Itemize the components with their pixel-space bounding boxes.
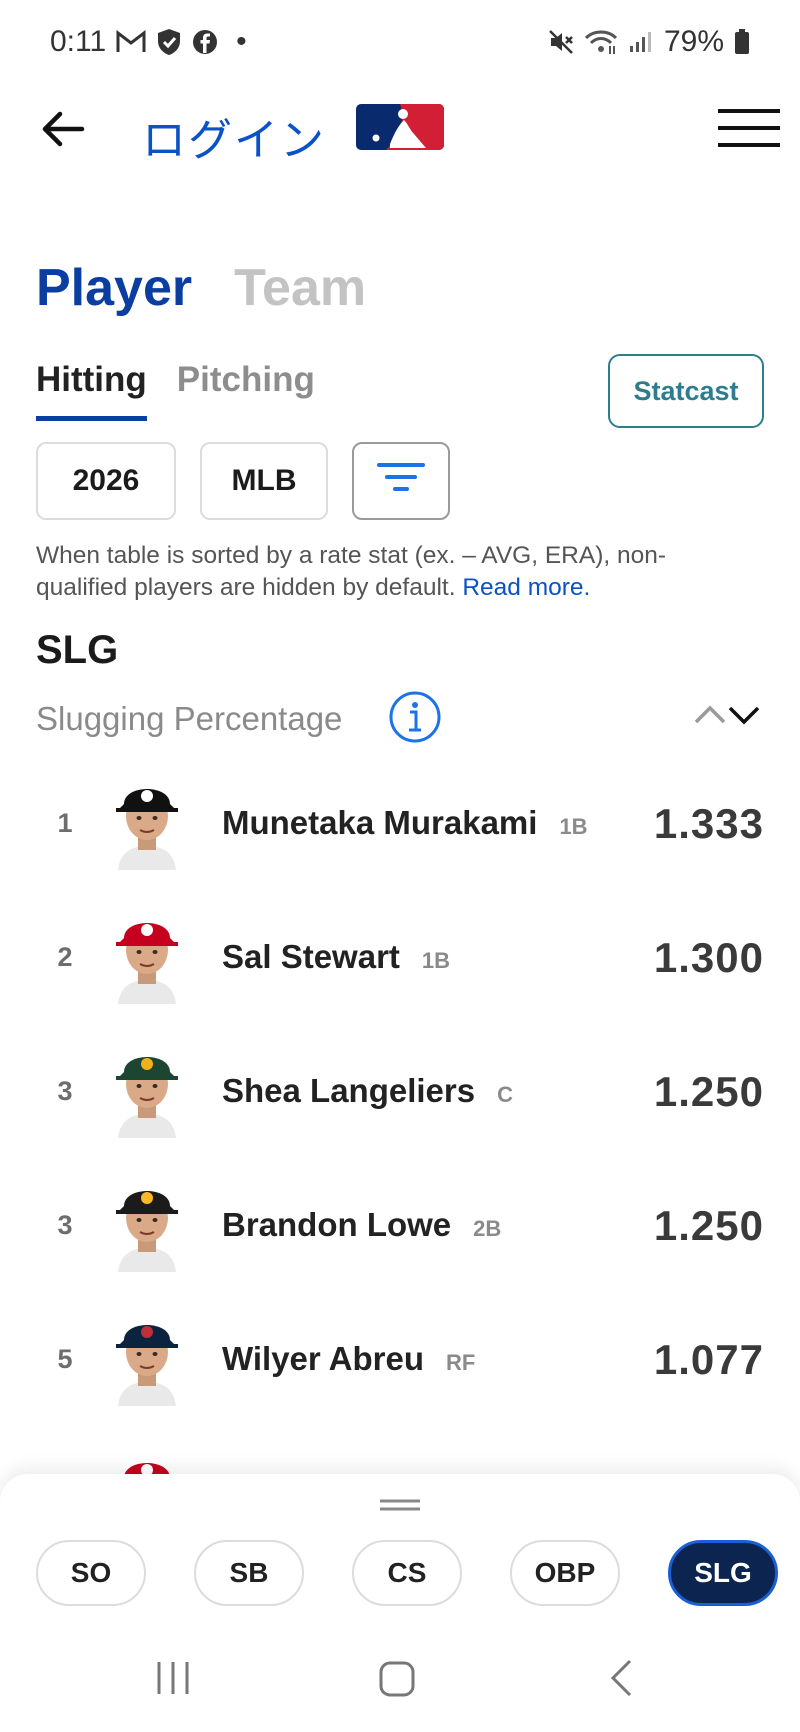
player-name-group: Sal Stewart 1B [222, 938, 450, 976]
drag-handle-icon[interactable] [378, 1498, 422, 1512]
stat-chip-slg[interactable]: SLG [668, 1540, 778, 1606]
status-right: 79% [548, 25, 750, 59]
player-name[interactable]: Sal Stewart [222, 938, 400, 976]
facebook-icon [192, 29, 218, 55]
battery-icon [734, 29, 750, 55]
filter-bar: 2026 MLB [36, 442, 450, 520]
stat-title: SLG [36, 628, 119, 672]
gmail-icon [116, 30, 146, 54]
player-avatar [112, 1310, 182, 1406]
mute-icon [548, 29, 574, 55]
player-position: 1B [559, 814, 588, 839]
player-avatar [112, 1042, 182, 1138]
tab-player[interactable]: Player [36, 258, 192, 318]
sort-toggle-icon[interactable] [692, 700, 762, 728]
player-name[interactable]: Wilyer Abreu [222, 1340, 424, 1378]
status-bar: 0:11 • 79% [0, 0, 800, 84]
signal-icon [628, 30, 654, 54]
filter-options-button[interactable] [352, 442, 450, 520]
player-row[interactable]: 5 Wilyer Abreu RF 1.077 [0, 1296, 800, 1430]
tab-team[interactable]: Team [234, 258, 366, 318]
season-filter-button[interactable]: 2026 [36, 442, 176, 520]
player-rank: 3 [57, 1210, 73, 1240]
stat-chip-so[interactable]: SO [36, 1540, 146, 1606]
leaderboard-list: 1 Munetaka Murakami 1B 1.333 2 Sal Stewart 1B 1… [0, 760, 800, 1544]
player-stat-value: 1.250 [653, 1068, 764, 1115]
notification-dot: • [236, 25, 247, 58]
info-icon[interactable] [388, 690, 442, 744]
player-position: 1B [421, 948, 451, 973]
player-row[interactable]: 1 Munetaka Murakami 1B 1.333 [0, 760, 800, 894]
tab-pitching[interactable]: Pitching [177, 360, 315, 421]
stat-chip-sb[interactable]: SB [194, 1540, 304, 1606]
home-icon[interactable] [378, 1660, 416, 1698]
player-rank: 3 [57, 1076, 73, 1106]
wifi-icon [584, 28, 618, 56]
player-name[interactable]: Brandon Lowe [222, 1206, 451, 1244]
player-stat-value: 1.333 [653, 800, 764, 847]
player-rank: 2 [57, 942, 73, 972]
player-stat-value: 1.250 [653, 1202, 764, 1249]
stat-chip-row: SO SB CS OBP SLG [36, 1540, 778, 1606]
player-position: 2B [473, 1216, 502, 1241]
player-rank: 1 [57, 808, 73, 838]
back-arrow-icon[interactable] [38, 104, 88, 154]
recents-icon[interactable] [156, 1660, 190, 1696]
player-team-tabs: Player Team [36, 258, 366, 318]
player-avatar [112, 908, 182, 1004]
login-link[interactable]: ログイン [142, 104, 326, 168]
mlb-logo[interactable] [356, 104, 444, 150]
player-rank: 5 [57, 1344, 73, 1374]
player-name[interactable]: Munetaka Murakami [222, 804, 537, 842]
shield-icon [156, 28, 182, 56]
player-row[interactable]: 2 Sal Stewart 1B 1.300 [0, 894, 800, 1028]
player-name-group: Munetaka Murakami 1B [222, 804, 588, 842]
player-avatar [112, 774, 182, 870]
player-name-group: Shea Langeliers C [222, 1072, 513, 1110]
hitting-pitching-tabs: Hitting Pitching [36, 360, 315, 421]
player-position: RF [446, 1350, 476, 1375]
clock: 0:11 [50, 25, 107, 58]
player-name-group: Wilyer Abreu RF [222, 1340, 475, 1378]
player-row[interactable]: 3 Shea Langeliers C 1.250 [0, 1028, 800, 1162]
rate-stat-note: When table is sorted by a rate stat (ex.… [36, 540, 756, 604]
stat-chip-cs[interactable]: CS [352, 1540, 462, 1606]
player-name[interactable]: Shea Langeliers [222, 1072, 475, 1110]
stat-subtitle: Slugging Percentage [36, 700, 343, 737]
status-left: 0:11 • [50, 25, 247, 59]
player-stat-value: 1.077 [653, 1336, 764, 1383]
player-avatar [112, 1176, 182, 1272]
league-filter-button[interactable]: MLB [200, 442, 328, 520]
system-back-icon[interactable] [608, 1658, 634, 1698]
tab-hitting[interactable]: Hitting [36, 360, 147, 421]
stat-chip-obp[interactable]: OBP [510, 1540, 620, 1606]
system-nav-bar [0, 1640, 800, 1720]
player-position: C [497, 1082, 513, 1107]
read-more-link[interactable]: Read more. [462, 574, 590, 601]
statcast-button[interactable]: Statcast [608, 354, 764, 428]
player-row[interactable]: 3 Brandon Lowe 2B 1.250 [0, 1162, 800, 1296]
player-name-group: Brandon Lowe 2B [222, 1206, 501, 1244]
filter-icon [377, 462, 425, 500]
app-header: ログイン [0, 90, 800, 170]
player-stat-value: 1.300 [653, 934, 764, 981]
hamburger-menu-icon[interactable] [716, 108, 782, 148]
battery-percent: 79% [663, 25, 724, 58]
